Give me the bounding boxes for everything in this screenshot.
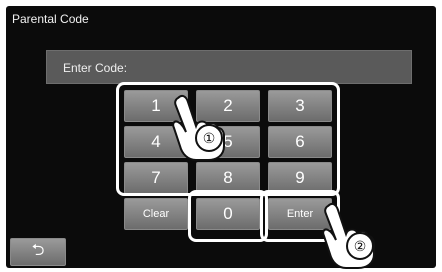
key-0[interactable]: 0	[196, 198, 260, 230]
back-button[interactable]: ⮌	[10, 238, 66, 266]
back-arrow-icon: ⮌	[31, 241, 45, 259]
key-9[interactable]: 9	[268, 162, 332, 194]
clear-button[interactable]: Clear	[124, 198, 188, 230]
page-title: Parental Code	[12, 12, 89, 26]
callout-1: ①	[195, 124, 223, 152]
key-6[interactable]: 6	[268, 126, 332, 158]
screen: Parental Code Enter Code: 1 2 3 4 5 6 7 …	[0, 0, 442, 272]
code-entry-label: Enter Code:	[63, 61, 128, 75]
code-entry-bar: Enter Code:	[46, 50, 412, 84]
callout-2: ②	[346, 232, 374, 260]
key-3[interactable]: 3	[268, 90, 332, 122]
key-8[interactable]: 8	[196, 162, 260, 194]
key-7[interactable]: 7	[124, 162, 188, 194]
